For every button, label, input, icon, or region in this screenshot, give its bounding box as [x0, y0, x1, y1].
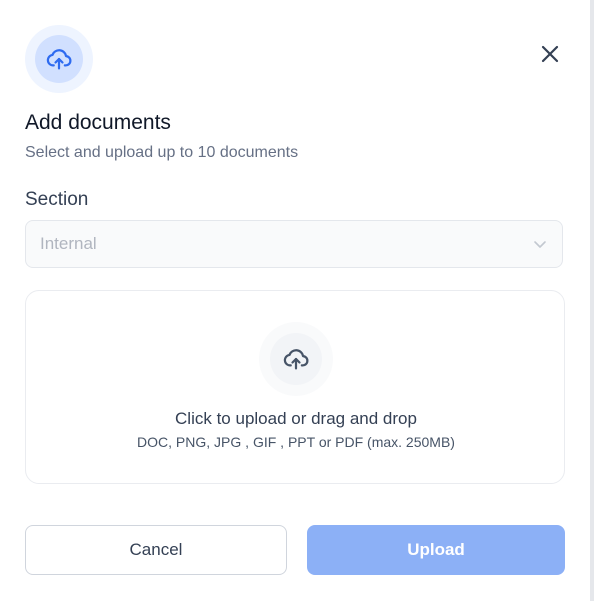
close-button[interactable] [532, 36, 568, 72]
chevron-down-icon [534, 241, 546, 248]
dialog-subtitle: Select and upload up to 10 documents [25, 144, 299, 161]
section-select-value: Internal [40, 234, 97, 253]
cancel-button[interactable]: Cancel [25, 525, 287, 575]
file-dropzone[interactable]: Click to upload or drag and drop DOC, PN… [25, 290, 565, 484]
header-icon-badge [25, 25, 93, 93]
cloud-upload-icon [283, 349, 309, 370]
upload-button[interactable]: Upload [307, 525, 565, 575]
dropzone-icon-badge [259, 322, 333, 396]
add-documents-dialog: Add documents Select and upload up to 10… [0, 0, 594, 601]
cloud-upload-icon [46, 49, 72, 70]
dropzone-primary-text: Click to upload or drag and drop [175, 409, 417, 428]
section-label: Section [25, 189, 89, 210]
dialog-title: Add documents [25, 111, 171, 134]
close-icon [541, 45, 559, 63]
dropzone-file-types-text: DOC, PNG, JPG , GIF , PPT or PDF (max. 2… [137, 434, 455, 450]
section-select[interactable]: Internal [25, 220, 563, 268]
